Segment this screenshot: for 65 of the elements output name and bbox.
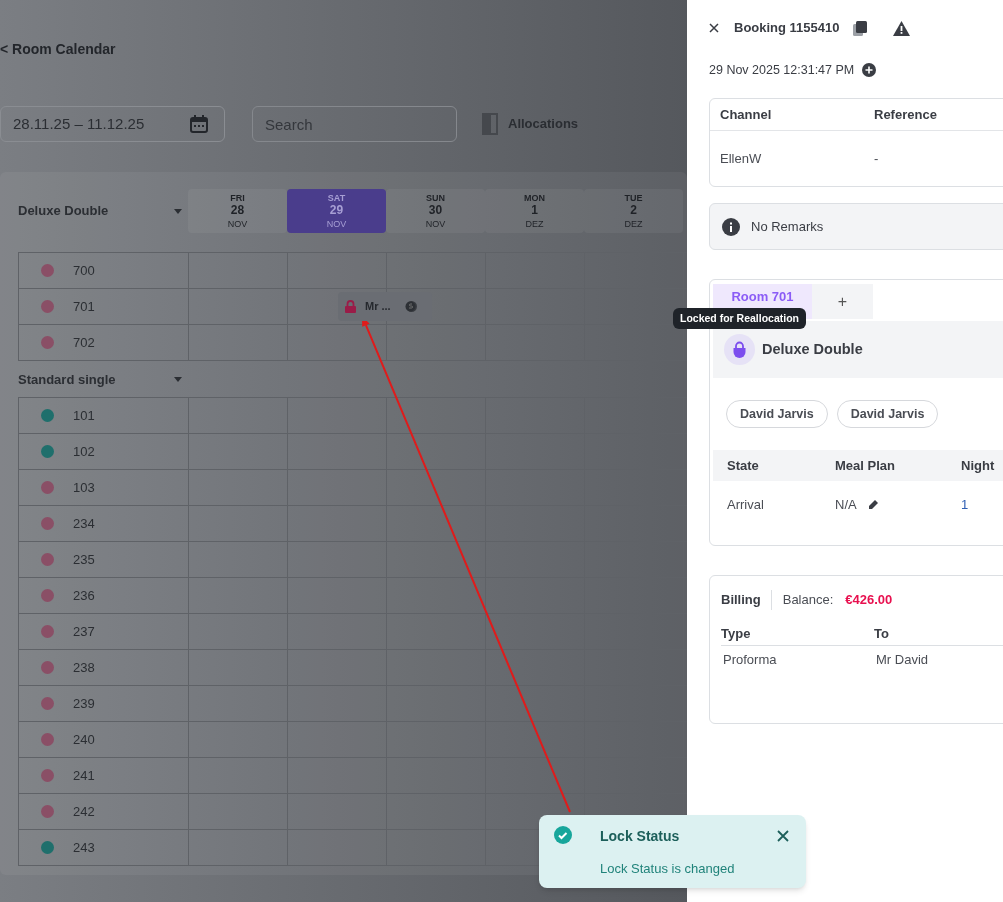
door-icon <box>482 113 498 135</box>
column-header: To <box>874 624 890 643</box>
day-header[interactable]: SAT 29 NOV <box>287 189 386 233</box>
table-cell-text: Proforma <box>722 650 778 669</box>
room-number: 243 <box>73 838 95 857</box>
room-number: 236 <box>73 586 95 605</box>
created-date: 29 Nov 2025 12:31:47 PM <box>709 61 855 79</box>
toast-message: Lock Status is changed <box>600 860 735 878</box>
room-number: 241 <box>73 766 95 785</box>
room-number: 701 <box>73 297 95 316</box>
caret-icon <box>174 208 182 214</box>
check-circle-icon <box>554 826 572 844</box>
room-number: 239 <box>73 694 95 713</box>
column-header: Type <box>721 624 752 643</box>
balance-amount: €426.00 <box>845 591 893 610</box>
warning-icon[interactable] <box>892 20 910 36</box>
room-number: 242 <box>73 802 95 821</box>
caret-icon <box>174 377 182 382</box>
close-icon[interactable] <box>709 23 719 33</box>
group-dropdown[interactable]: Deluxe Double <box>18 201 188 221</box>
room-number: 235 <box>73 550 95 569</box>
info-icon <box>722 217 740 236</box>
room-number: 234 <box>73 514 95 533</box>
day-header[interactable]: MON 1 DEZ <box>485 189 584 233</box>
remarks-text: No Remarks <box>751 217 824 236</box>
column-header: Reference <box>874 105 938 124</box>
table-cell-text: - <box>874 149 880 168</box>
add-icon[interactable] <box>862 63 877 77</box>
balance-label: Balance: <box>782 591 834 610</box>
column-header: Meal Plan <box>835 456 896 475</box>
booking-title: Booking 1155410 <box>734 19 840 38</box>
table-cell-text: Arrival <box>727 496 765 515</box>
table-cell-text: EllenW <box>720 149 763 168</box>
room-number: 702 <box>73 333 95 352</box>
toast-title: Lock Status <box>600 827 680 846</box>
room-type: Deluxe Double <box>762 339 863 359</box>
lock-icon <box>724 334 755 365</box>
group-dropdown[interactable]: Standard single <box>18 369 188 390</box>
room-number: 700 <box>73 261 95 280</box>
day-header[interactable]: TUE 2 DEZ <box>584 189 683 233</box>
date-range-field[interactable]: 28.11.25 – 11.12.25 <box>0 106 225 142</box>
close-icon[interactable] <box>777 830 789 842</box>
day-header[interactable]: SUN 30 NOV <box>386 189 485 233</box>
back-link[interactable]: < Room Calendar <box>0 38 116 60</box>
calendar-icon <box>190 115 208 133</box>
search-field[interactable]: Search <box>252 106 457 142</box>
tooltip: Locked for Reallocation <box>673 308 807 329</box>
column-header: Night <box>961 456 996 475</box>
room-number: 102 <box>73 442 95 461</box>
room-number: 238 <box>73 658 95 677</box>
room-number: 103 <box>73 478 95 497</box>
room-tab[interactable]: + <box>812 284 873 319</box>
table-cell-text: N/A <box>835 496 857 515</box>
nights-link[interactable]: 1 <box>961 495 1003 515</box>
day-header[interactable]: FRI 28 NOV <box>188 189 287 233</box>
pencil-icon[interactable] <box>867 500 878 510</box>
room-number: 240 <box>73 730 95 749</box>
table-cell-text: Mr David <box>875 650 929 669</box>
room-number: 101 <box>73 406 95 425</box>
copy-icon[interactable] <box>852 20 867 36</box>
billing-title: Billing <box>721 590 772 610</box>
column-header: State <box>727 456 760 475</box>
column-header: Channel <box>720 105 773 124</box>
room-number: 237 <box>73 622 95 641</box>
coin-icon <box>404 301 417 312</box>
